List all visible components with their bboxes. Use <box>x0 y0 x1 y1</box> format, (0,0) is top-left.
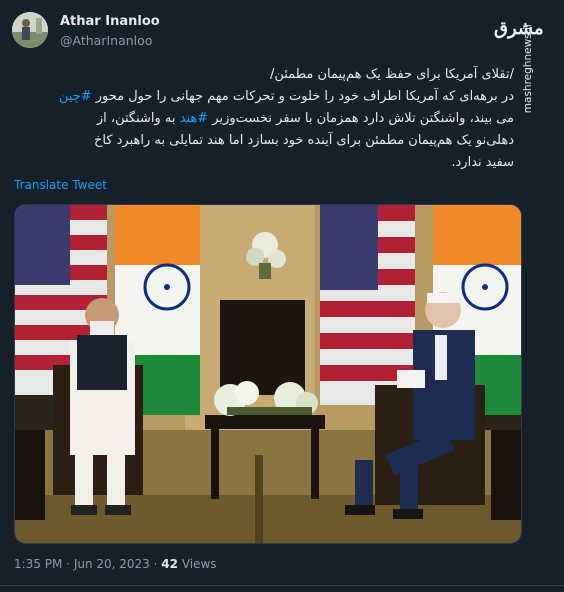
site-watermark: mashreghnews.ir <box>520 10 536 130</box>
divider <box>0 585 564 586</box>
meta-separator: · <box>62 557 74 571</box>
tweet-meta: 1:35 PM · Jun 20, 2023 · 42 Views <box>14 557 217 571</box>
tweet-photo[interactable] <box>14 204 522 544</box>
tweet-text: /تقلای آمریکا برای حفظ یک هم‌پیمان مطمئن… <box>14 64 514 174</box>
tweet-line: دهلی‌نو یک هم‌پیمان مطمئن برای آینده خود… <box>93 133 514 148</box>
tweet-date[interactable]: Jun 20, 2023 <box>74 557 150 571</box>
views-count: 42 <box>161 557 178 571</box>
translate-tweet-link[interactable]: Translate Tweet <box>14 178 107 192</box>
meta-separator: · <box>149 557 162 571</box>
tweet-line: /تقلای آمریکا برای حفظ یک هم‌پیمان مطمئن… <box>269 67 514 82</box>
hashtag-link[interactable]: #هند <box>180 111 209 126</box>
hashtag-link[interactable]: #چین <box>59 89 92 104</box>
tweet-line: سفید ندارد. <box>451 155 514 170</box>
tweet-time[interactable]: 1:35 PM <box>14 557 62 571</box>
site-url: mashreghnews.ir <box>522 22 534 114</box>
tweet-card: Athar Inanloo @AtharInanloo مشرق mashreg… <box>0 0 564 592</box>
tweet-line: می بیند، واشنگتن تلاش دارد همزمان با سفر… <box>96 111 514 126</box>
avatar[interactable] <box>12 12 48 48</box>
photo-illustration <box>15 205 521 543</box>
author-name[interactable]: Athar Inanloo <box>60 14 160 29</box>
tweet-line: در برهه‌ای که آمریکا اطراف خود را خلوت و… <box>58 89 514 104</box>
author-handle[interactable]: @AtharInanloo <box>60 33 152 48</box>
views-label: Views <box>181 557 217 571</box>
